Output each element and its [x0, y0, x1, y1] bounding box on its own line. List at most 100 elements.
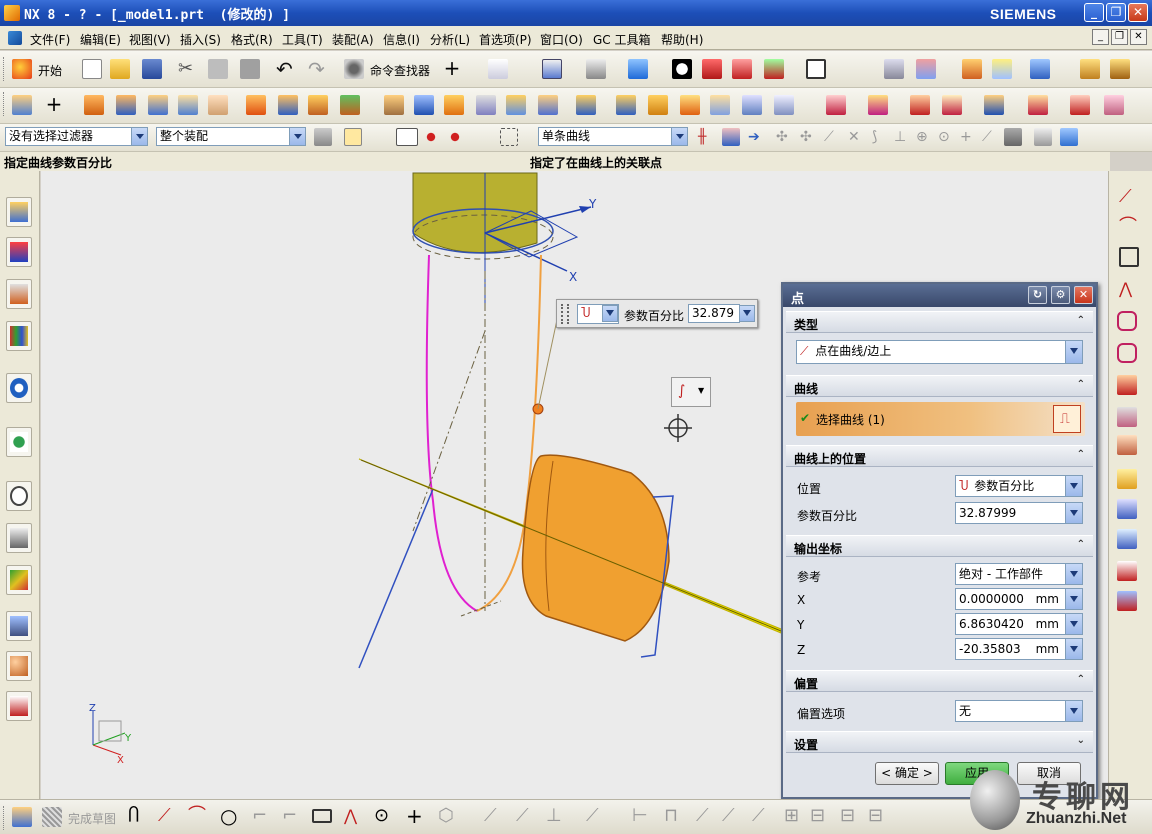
assembly-add-icon[interactable]: [826, 95, 846, 115]
snap-circle-icon[interactable]: ⊙: [938, 128, 956, 146]
sphere-icon[interactable]: [208, 95, 228, 115]
filter-settings-icon[interactable]: [314, 128, 332, 146]
menu-insert[interactable]: 插入(S): [180, 31, 221, 48]
menu-window[interactable]: 窗口(O): [540, 31, 583, 48]
system-scene-icon[interactable]: [6, 691, 32, 721]
manufacturing-wizard-icon[interactable]: [6, 611, 32, 641]
polyline-icon[interactable]: ⋀: [1119, 279, 1139, 299]
wcs-icon[interactable]: [916, 59, 936, 79]
undo-icon[interactable]: ↶: [276, 59, 296, 79]
bridge-curve-icon[interactable]: [1117, 561, 1137, 581]
auto-constraint-icon[interactable]: ⊓: [664, 806, 684, 826]
project-curve-icon[interactable]: [1117, 435, 1137, 455]
arc-icon[interactable]: ⌒: [1119, 217, 1139, 237]
sketch-task-icon[interactable]: [12, 807, 32, 827]
snap-quad-icon[interactable]: ⊥: [894, 128, 912, 146]
system-materials-icon[interactable]: [6, 523, 32, 553]
sew-icon[interactable]: [742, 95, 762, 115]
menu-assembly[interactable]: 装配(A): [332, 31, 374, 48]
line-icon[interactable]: ⟋: [1119, 187, 1139, 207]
shaded-cube-icon[interactable]: [628, 59, 648, 79]
binoculars-icon[interactable]: [344, 59, 364, 79]
arrow-right-icon[interactable]: ➔: [748, 128, 766, 146]
explosion-icon[interactable]: [984, 95, 1004, 115]
snap-plus-icon[interactable]: +: [960, 128, 978, 146]
reference-dropdown[interactable]: 绝对 - 工作部件: [955, 563, 1083, 585]
fillet-curve-icon[interactable]: [1117, 375, 1137, 395]
plus-icon[interactable]: +: [442, 58, 462, 78]
start-icon[interactable]: [12, 59, 32, 79]
menu-tools[interactable]: 工具(T): [282, 31, 323, 48]
roles-icon[interactable]: [6, 651, 32, 681]
extrude-icon[interactable]: [84, 95, 104, 115]
ok-button[interactable]: < 确定 >: [875, 762, 939, 785]
wave-link-icon[interactable]: [1028, 95, 1048, 115]
section-settings-header[interactable]: 设置 ⌄: [786, 731, 1093, 753]
feature-filter-icon[interactable]: [344, 128, 362, 146]
close-window-button[interactable]: ✕: [1128, 3, 1148, 22]
minimize-button[interactable]: _: [1084, 3, 1104, 22]
open-folder-icon[interactable]: [110, 59, 130, 79]
sketch-fillet-icon[interactable]: ⌐: [252, 806, 272, 826]
revolve-icon[interactable]: [116, 95, 136, 115]
show-constraints-icon[interactable]: ⟋: [696, 806, 716, 826]
sketch-offset-icon[interactable]: ⬡: [438, 806, 458, 826]
quick-extend-icon[interactable]: ⟋: [516, 806, 536, 826]
hole-icon[interactable]: [246, 95, 266, 115]
process-studio-icon[interactable]: [6, 565, 32, 595]
join-curve-icon[interactable]: [1117, 591, 1137, 611]
infer-constraints-icon[interactable]: ⊟: [810, 806, 830, 826]
section-curve-icon[interactable]: [1117, 499, 1137, 519]
datum-point-icon[interactable]: +: [44, 94, 64, 114]
intersection-icon[interactable]: [722, 128, 740, 146]
start-button[interactable]: 开始: [38, 62, 62, 79]
snap-icon[interactable]: [962, 59, 982, 79]
sketch-point-icon[interactable]: +: [406, 806, 426, 826]
quick-trim-icon[interactable]: ⟋: [484, 806, 504, 826]
section-position-header[interactable]: 曲线上的位置 ⌃: [786, 445, 1093, 467]
render-style-icon[interactable]: [672, 59, 692, 79]
sketch-rectangle-icon[interactable]: [312, 809, 332, 823]
snap-list-icon[interactable]: [1034, 128, 1052, 146]
new-file-icon[interactable]: [82, 59, 102, 79]
finish-sketch-label[interactable]: 完成草图: [68, 810, 116, 827]
profile-icon[interactable]: [1117, 311, 1137, 331]
menu-info[interactable]: 信息(I): [383, 31, 420, 48]
menu-edit[interactable]: 编辑(E): [80, 31, 121, 48]
sketch-line-icon[interactable]: ⟋: [158, 806, 178, 826]
chamfer-curve-icon[interactable]: [1117, 407, 1137, 427]
cylinder-icon[interactable]: [178, 95, 198, 115]
boss-icon[interactable]: [278, 95, 298, 115]
constraint-sketch-icon[interactable]: ⊢: [632, 806, 652, 826]
curve-option-button[interactable]: ∫ ▼: [671, 377, 711, 407]
shell-icon[interactable]: [506, 95, 526, 115]
animate-dimension-icon[interactable]: ⊞: [784, 806, 804, 826]
constraint-icon[interactable]: [868, 95, 888, 115]
extract-icon[interactable]: [774, 95, 794, 115]
mirror-icon[interactable]: [616, 95, 636, 115]
intersect-curve-icon[interactable]: [1117, 469, 1137, 489]
popup-spin-icon[interactable]: [739, 305, 755, 322]
type-dropdown[interactable]: ⟋ 点在曲线/边上: [796, 340, 1083, 364]
y-coordinate-input[interactable]: 6.8630420 mm: [955, 613, 1083, 635]
mdi-minimize-button[interactable]: _: [1092, 29, 1109, 45]
location-type-dropdown[interactable]: Ⴎ: [577, 304, 619, 324]
select-all-icon[interactable]: [396, 128, 418, 146]
edge-blend-icon[interactable]: [444, 95, 464, 115]
spin-down-icon[interactable]: [1065, 589, 1082, 609]
sketch-icon[interactable]: [12, 95, 32, 115]
percent-input[interactable]: 32.87999: [955, 502, 1083, 524]
move-object-icon[interactable]: [1030, 59, 1050, 79]
pattern-icon[interactable]: [576, 95, 596, 115]
offset-curve-icon[interactable]: [1117, 343, 1137, 363]
sketch-circle-icon[interactable]: ○: [220, 806, 240, 826]
snap-mid-icon[interactable]: ✣: [800, 128, 818, 146]
dimension-icon[interactable]: ⟋: [586, 806, 606, 826]
mdi-close-button[interactable]: ✕: [1130, 29, 1147, 45]
snap-end-icon[interactable]: [446, 128, 464, 146]
split-body-icon[interactable]: [414, 95, 434, 115]
component-array-icon[interactable]: [1070, 95, 1090, 115]
wire-cube-icon[interactable]: [732, 59, 752, 79]
make-corner-icon[interactable]: ⊥: [546, 806, 566, 826]
measure-icon[interactable]: [992, 59, 1012, 79]
